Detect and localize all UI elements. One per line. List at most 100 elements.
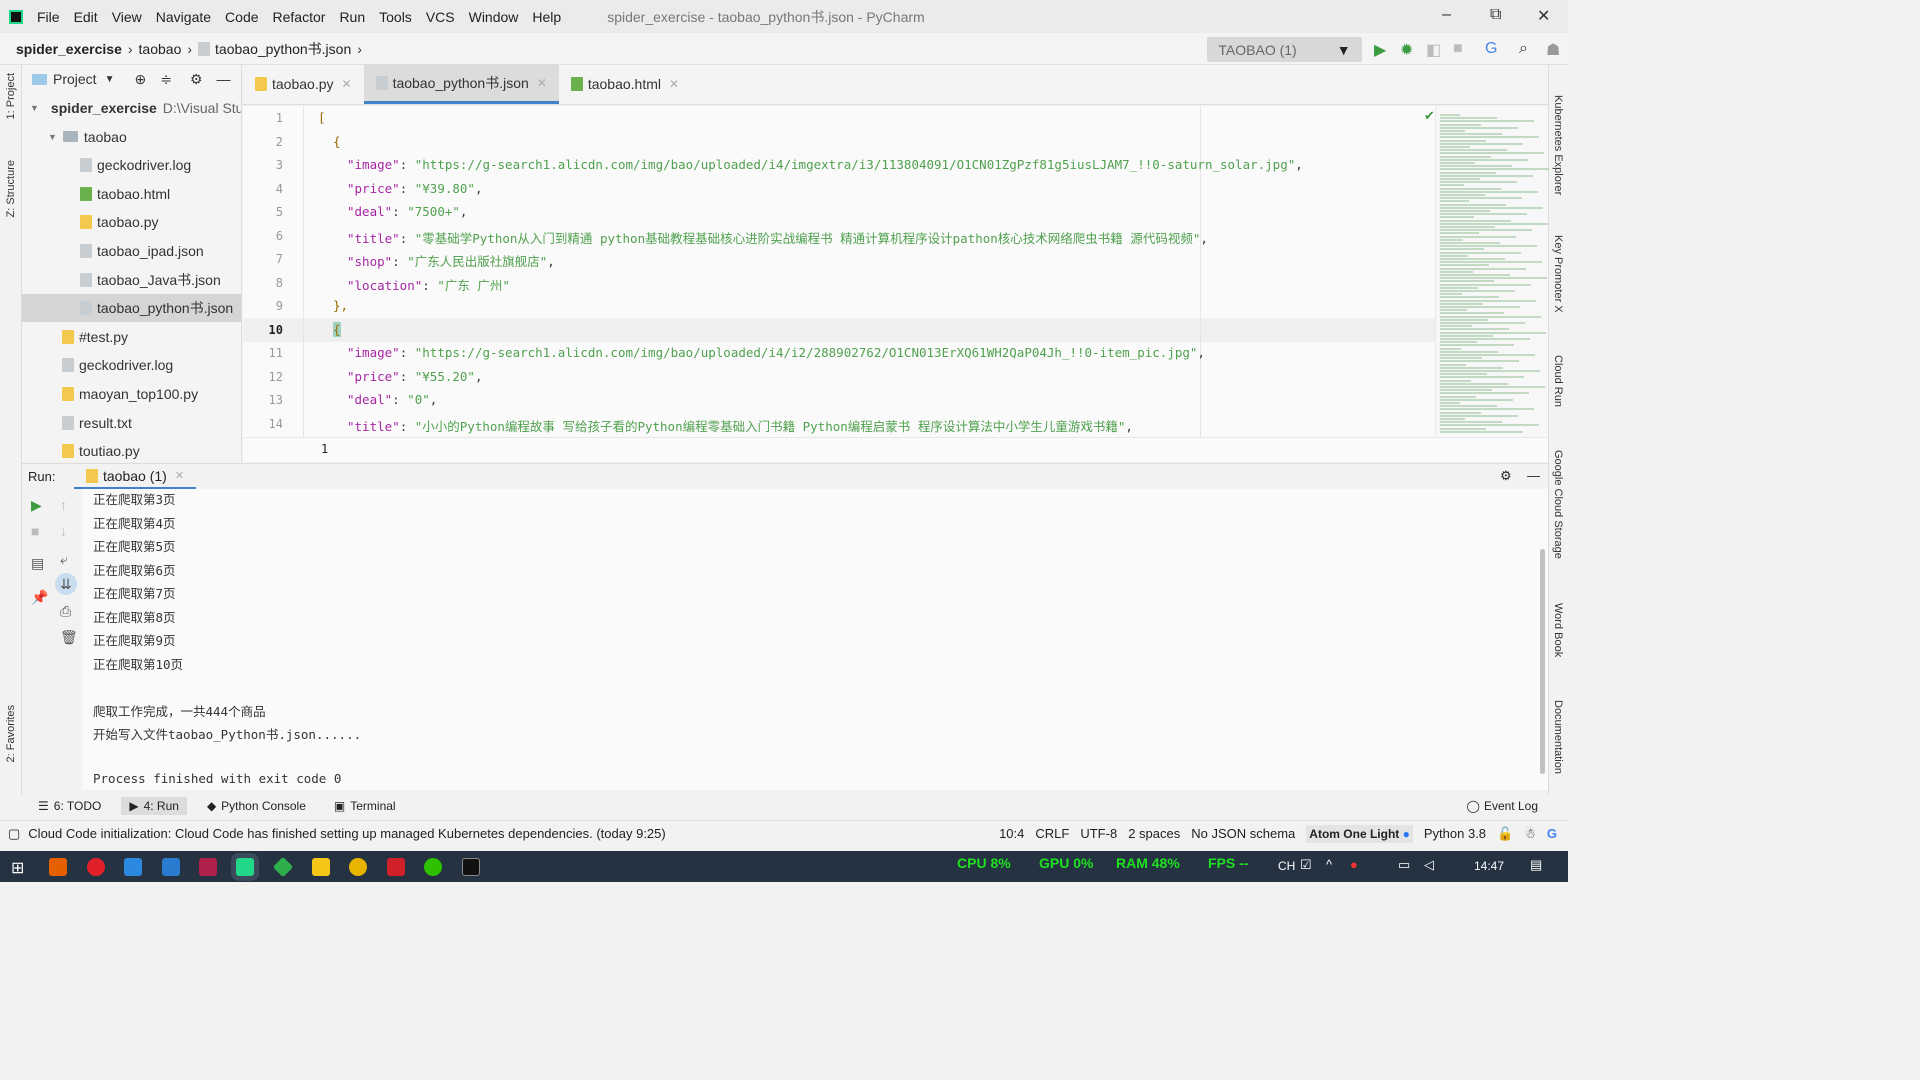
- tree-item[interactable]: maoyan_top100.py: [22, 380, 241, 408]
- menu-file[interactable]: File: [37, 9, 60, 25]
- run-icon[interactable]: ▶: [1374, 40, 1386, 60]
- up-icon[interactable]: ↑: [60, 497, 67, 513]
- tree-item[interactable]: taobao_ipad.json: [22, 237, 241, 265]
- pin-icon[interactable]: 📌: [31, 589, 48, 606]
- pycharm-icon[interactable]: [236, 858, 254, 876]
- tool-tab-terminal[interactable]: ▣ Terminal: [326, 797, 404, 815]
- run-tab[interactable]: taobao (1) ✕: [74, 464, 197, 490]
- firefox-icon[interactable]: [49, 858, 67, 876]
- menu-refactor[interactable]: Refactor: [273, 9, 326, 25]
- tree-item[interactable]: geckodriver.log: [22, 351, 241, 379]
- rerun-icon[interactable]: ▶: [31, 497, 42, 514]
- tree-item[interactable]: toutiao.py: [22, 437, 241, 462]
- tool-tab-documentation[interactable]: Documentation: [1552, 700, 1564, 774]
- minimize-button[interactable]: –: [1442, 6, 1451, 24]
- coverage-icon[interactable]: ◧: [1426, 40, 1441, 60]
- clock[interactable]: 14:47: [1474, 859, 1504, 873]
- tool-tab-python-console[interactable]: ◆ Python Console: [199, 797, 314, 815]
- close-button[interactable]: ✕: [1537, 6, 1550, 26]
- chevron-down-icon[interactable]: ▼: [105, 74, 115, 85]
- layout-icon[interactable]: ▤: [31, 555, 44, 572]
- tool-tab-favorites[interactable]: 2: Favorites: [5, 705, 17, 762]
- menu-code[interactable]: Code: [225, 9, 258, 25]
- breadcrumb-file[interactable]: taobao_python书.json: [215, 39, 351, 59]
- app-icon[interactable]: [124, 858, 142, 876]
- code-minimap[interactable]: ✔: [1424, 106, 1549, 437]
- qq-icon[interactable]: ●: [1350, 857, 1358, 872]
- tool-tab-project[interactable]: 1: Project: [5, 73, 17, 119]
- wechat-icon[interactable]: [424, 858, 442, 876]
- tool-tab-word-book[interactable]: Word Book: [1552, 603, 1564, 657]
- menu-vcs[interactable]: VCS: [426, 9, 455, 25]
- close-tab-icon[interactable]: ✕: [175, 469, 184, 482]
- collapse-all-icon[interactable]: ≑: [160, 71, 172, 88]
- google-icon[interactable]: G: [1547, 826, 1557, 841]
- app-icon[interactable]: [387, 858, 405, 876]
- menu-view[interactable]: View: [112, 9, 142, 25]
- chevron-up-icon[interactable]: ^: [1326, 857, 1332, 872]
- tab-taobao-python-json[interactable]: taobao_python书.json ✕: [363, 64, 559, 104]
- tool-tab-structure[interactable]: Z: Structure: [5, 160, 17, 217]
- hide-icon[interactable]: —: [217, 71, 231, 87]
- tool-tab-todo[interactable]: ☰ 6: TODO: [30, 797, 109, 815]
- volume-icon[interactable]: ◁: [1424, 857, 1434, 873]
- down-icon[interactable]: ↓: [60, 523, 67, 539]
- tree-item[interactable]: ▼ spider_exercise D:\Visual Stud: [22, 94, 241, 122]
- menu-window[interactable]: Window: [469, 9, 519, 25]
- breadcrumb-folder[interactable]: taobao: [139, 41, 182, 57]
- close-tab-icon[interactable]: ✕: [342, 77, 352, 91]
- tool-tab-kubernetes[interactable]: Kubernetes Explorer: [1552, 95, 1564, 195]
- menu-tools[interactable]: Tools: [379, 9, 412, 25]
- gear-icon[interactable]: ⚙: [190, 71, 203, 88]
- python-interpreter[interactable]: Python 3.8: [1424, 826, 1486, 841]
- chrome-icon[interactable]: [349, 858, 367, 876]
- gear-icon[interactable]: ⚙: [1500, 468, 1512, 484]
- restore-button[interactable]: ⧉: [1490, 6, 1501, 24]
- close-tab-icon[interactable]: ✕: [669, 77, 679, 91]
- indent-setting[interactable]: 2 spaces: [1128, 826, 1180, 841]
- console-scrollbar[interactable]: [1540, 549, 1545, 774]
- tool-tab-run[interactable]: ▶ 4: Run: [121, 797, 187, 815]
- theme-widget[interactable]: Atom One Light ●: [1306, 824, 1413, 843]
- inspector-icon[interactable]: ☃: [1524, 826, 1536, 842]
- stop-icon[interactable]: ■: [1453, 40, 1463, 58]
- tree-item[interactable]: taobao.html: [22, 180, 241, 208]
- caret-position[interactable]: 10:4: [999, 826, 1024, 841]
- vscode-icon[interactable]: [162, 858, 180, 876]
- tree-item[interactable]: result.txt: [22, 409, 241, 437]
- debug-icon[interactable]: ✹: [1400, 40, 1413, 60]
- lock-icon[interactable]: 🔓: [1497, 826, 1513, 842]
- app-icon[interactable]: [87, 858, 105, 876]
- breadcrumb-project[interactable]: spider_exercise: [16, 41, 122, 57]
- menu-help[interactable]: Help: [532, 9, 561, 25]
- tab-taobao-html[interactable]: taobao.html ✕: [559, 64, 691, 104]
- status-message[interactable]: Cloud Code initialization: Cloud Code ha…: [28, 826, 665, 841]
- soft-wrap-icon[interactable]: ⤶: [60, 551, 68, 568]
- terminal-icon[interactable]: [462, 858, 480, 876]
- tool-tab-cloud-storage[interactable]: Google Cloud Storage: [1552, 450, 1564, 559]
- tab-taobao-py[interactable]: taobao.py ✕: [243, 64, 364, 104]
- run-config-selector[interactable]: TAOBAO (1) ▼: [1207, 37, 1362, 62]
- file-encoding[interactable]: UTF-8: [1080, 826, 1117, 841]
- search-icon[interactable]: ⌕: [1519, 40, 1528, 58]
- event-log-button[interactable]: ◯ Event Log: [1459, 797, 1546, 815]
- tree-item[interactable]: taobao_python书.json: [22, 294, 241, 323]
- stop-icon[interactable]: ■: [31, 523, 39, 539]
- expand-arrow-icon[interactable]: ▼: [48, 132, 57, 142]
- hide-icon[interactable]: —: [1527, 468, 1540, 483]
- project-view-selector[interactable]: Project: [53, 71, 97, 87]
- menu-navigate[interactable]: Navigate: [156, 9, 211, 25]
- tree-item[interactable]: taobao.py: [22, 208, 241, 236]
- tree-item[interactable]: taobao_Java书.json: [22, 266, 241, 294]
- notification-icon[interactable]: ▤: [1530, 857, 1542, 873]
- run-console[interactable]: 正在爬取第3页 正在爬取第4页 正在爬取第5页 正在爬取第6页 正在爬取第7页 正在爬取第…: [82, 489, 1548, 790]
- tool-tab-cloud-run[interactable]: Cloud Run: [1552, 355, 1564, 407]
- user-icon[interactable]: ☗: [1546, 40, 1560, 60]
- code-editor[interactable]: 1 [2 {3 "image": "https://g-search1.alicdn.…: [243, 106, 1435, 437]
- menu-run[interactable]: Run: [339, 9, 365, 25]
- print-icon[interactable]: ⎙: [60, 603, 71, 620]
- tray-icon[interactable]: ☑: [1300, 857, 1312, 873]
- windows-start-icon[interactable]: ⊞: [11, 858, 24, 878]
- tool-tab-key-promoter[interactable]: Key Promoter X: [1552, 235, 1564, 313]
- tree-item[interactable]: geckodriver.log: [22, 151, 241, 179]
